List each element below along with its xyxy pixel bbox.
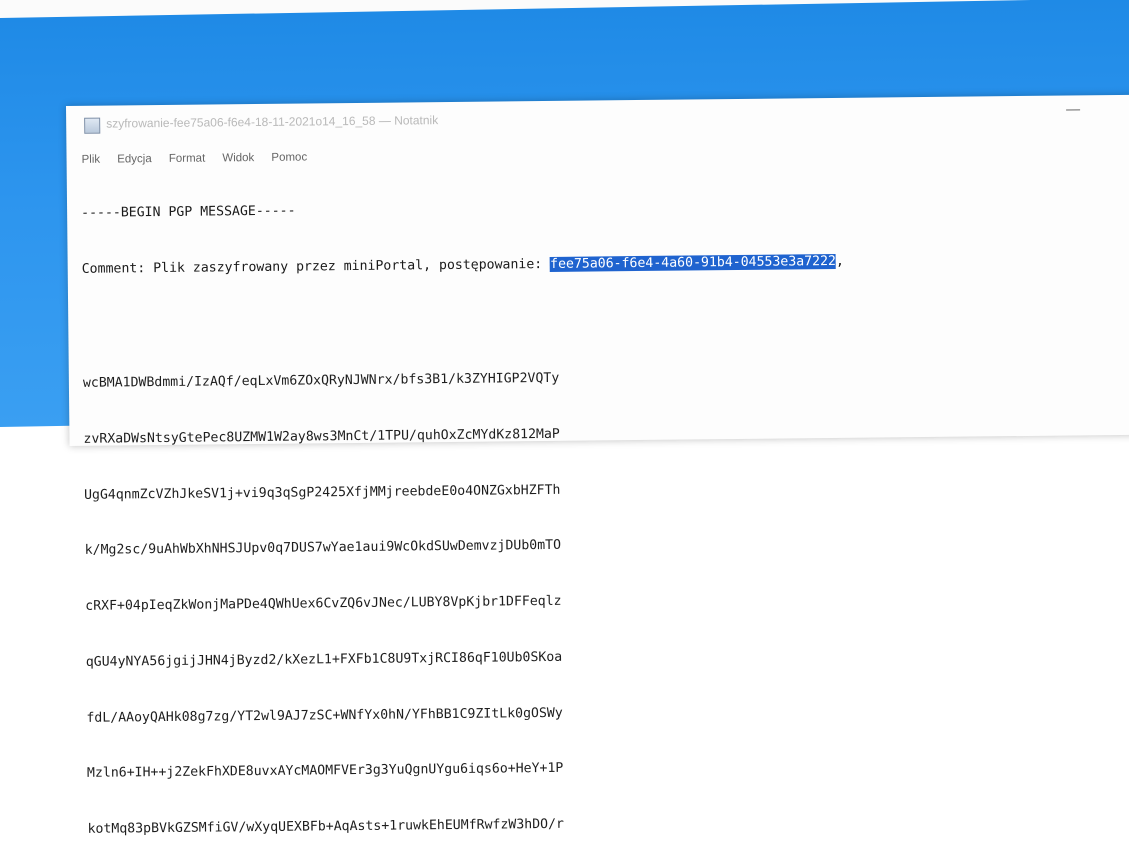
pgp-body-line: fdL/AAoyQAHk08g7zg/YT2wl9AJ7zSC+WNfYx0hN… — [86, 705, 563, 726]
pgp-body-line: UgG4qnmZcVZhJkeSV1j+vi9q3qSgP2425XfjMMjr… — [83, 482, 561, 503]
comment-suffix: , — [835, 253, 852, 269]
pgp-body-line: cRXF+04pIeqZkWonjMaPDe4QWhUex6CvZQ6vJNec… — [85, 593, 562, 614]
pgp-body-line: zvRXaDWsNtsyGtePec8UZMW1W2ay8ws3MnCt/1TP… — [83, 426, 560, 447]
pgp-body-line: kotMq83pBVkGZSMfiGV/wXyqUEXBFb+AqAsts+1r… — [87, 817, 565, 838]
pgp-body-line: k/Mg2sc/9uAhWbXhNHSJUpv0q7DUS7wYae1aui9W… — [84, 538, 562, 559]
pgp-body-line: Mzln6+IH++j2ZekFhXDE8uvxAYcMAOMFVEr3g3Yu… — [86, 761, 564, 782]
comment-text: Comment: Plik zaszyfrowany przez miniPor… — [81, 256, 551, 277]
menu-bar: Plik Edycja Format Widok Pomoc — [81, 145, 319, 165]
menu-edit[interactable]: Edycja — [117, 153, 152, 165]
comment-line: Comment: Plik zaszyfrowany przez miniPor… — [82, 250, 1129, 280]
window-title: szyfrowanie-fee75a06-f6e4-18-11-2021o14_… — [106, 113, 439, 131]
minimize-button[interactable] — [1058, 99, 1088, 121]
menu-format[interactable]: Format — [169, 153, 206, 165]
menu-view[interactable]: Widok — [222, 152, 254, 164]
pgp-header-line: -----BEGIN PGP MESSAGE----- — [81, 203, 296, 222]
pgp-body-line: qGU4yNYA56jgijJHN4jByzd2/kXezL1+FXFb1C8U… — [85, 649, 563, 670]
notepad-icon — [84, 117, 101, 134]
pgp-body-line: wcBMA1DWBdmmi/IzAQf/eqLxVm6ZOxQRyNJWNrx/… — [82, 370, 560, 391]
menu-file[interactable]: Plik — [82, 154, 101, 166]
selected-text[interactable]: fee75a06-f6e4-4a60-91b4-04553e3a7222 — [550, 253, 837, 272]
menu-help[interactable]: Pomoc — [271, 151, 307, 163]
notepad-window: szyfrowanie-fee75a06-f6e4-18-11-2021o14_… — [66, 94, 1129, 837]
text-editor[interactable]: -----BEGIN PGP MESSAGE----- Comment: Pli… — [81, 157, 1129, 854]
